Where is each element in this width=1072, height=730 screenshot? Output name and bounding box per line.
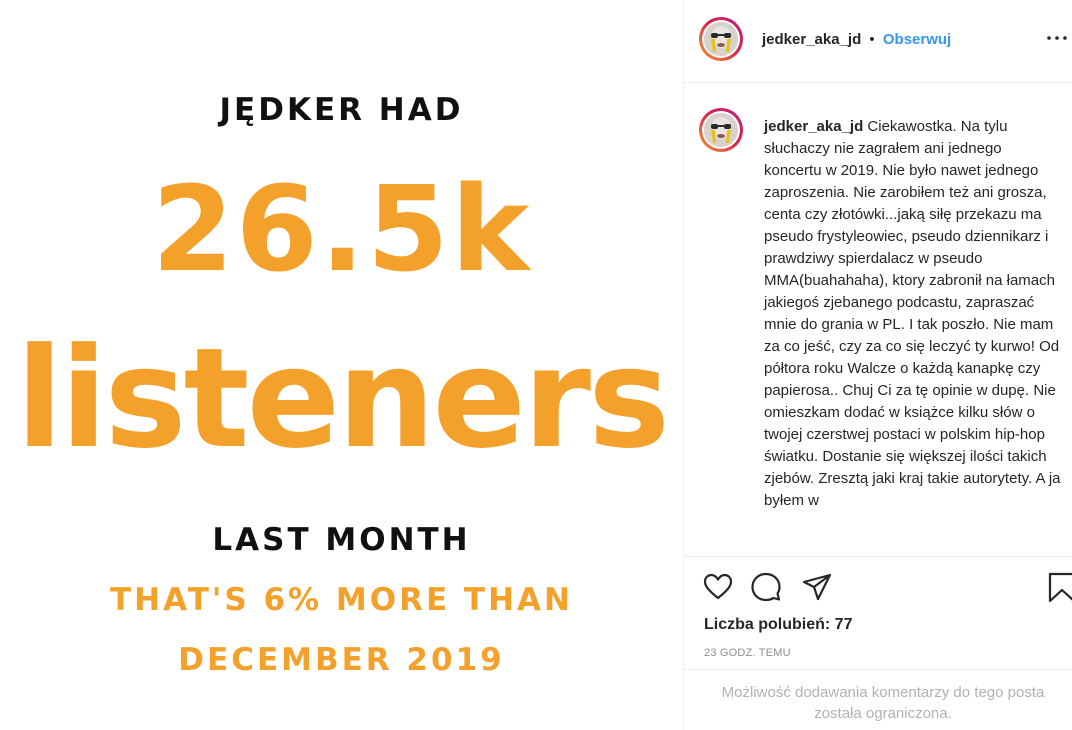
- separator-dot: •: [869, 31, 875, 48]
- likes-count[interactable]: Liczba polubień: 77: [704, 616, 852, 634]
- caption-area[interactable]: jedker_aka_jd Ciekawostka. Na tylu słuch…: [684, 83, 1072, 555]
- avatar[interactable]: [699, 17, 743, 61]
- post-header: jedker_aka_jd • Obserwuj: [684, 0, 1072, 83]
- image-caption-line-1: THAT'S 6% MORE THAN: [110, 582, 573, 618]
- post-actions: Liczba polubień: 77 23 GODZ. TEMU: [684, 556, 1072, 669]
- image-heading: JĘDKER HAD: [219, 92, 464, 128]
- header-username[interactable]: jedker_aka_jd: [762, 31, 861, 48]
- caption-username[interactable]: jedker_aka_jd: [764, 118, 863, 135]
- avatar-image: [704, 22, 738, 56]
- image-subheading: LAST MONTH: [212, 522, 471, 558]
- share-icon[interactable]: [801, 571, 833, 603]
- header-text: jedker_aka_jd • Obserwuj: [762, 31, 951, 48]
- post-sidebar: jedker_aka_jd • Obserwuj jedker_aka_jd C…: [683, 0, 1072, 730]
- save-icon[interactable]: [1046, 571, 1072, 603]
- caption-avatar[interactable]: [699, 108, 743, 152]
- comment-icon[interactable]: [750, 571, 782, 603]
- caption-text: jedker_aka_jd Ciekawostka. Na tylu słuch…: [764, 116, 1062, 512]
- caption-body: Ciekawostka. Na tylu słuchaczy nie zagra…: [764, 118, 1061, 509]
- follow-button[interactable]: Obserwuj: [883, 31, 951, 48]
- avatar-image: [704, 113, 738, 147]
- post-image[interactable]: JĘDKER HAD 26.5k listeners LAST MONTH TH…: [0, 0, 683, 730]
- heart-icon[interactable]: [702, 571, 734, 603]
- image-caption-line-2: DECEMBER 2019: [178, 642, 505, 678]
- comments-limited-text: Możliwość dodawania komentarzy do tego p…: [721, 684, 1045, 722]
- instagram-post-page: JĘDKER HAD 26.5k listeners LAST MONTH TH…: [0, 0, 1072, 730]
- image-big-word: listeners: [15, 318, 670, 479]
- more-options-icon[interactable]: [1045, 26, 1069, 56]
- comments-limited-notice: Możliwość dodawania komentarzy do tego p…: [684, 669, 1072, 730]
- post-timestamp[interactable]: 23 GODZ. TEMU: [704, 647, 791, 659]
- image-big-number: 26.5k: [151, 160, 532, 298]
